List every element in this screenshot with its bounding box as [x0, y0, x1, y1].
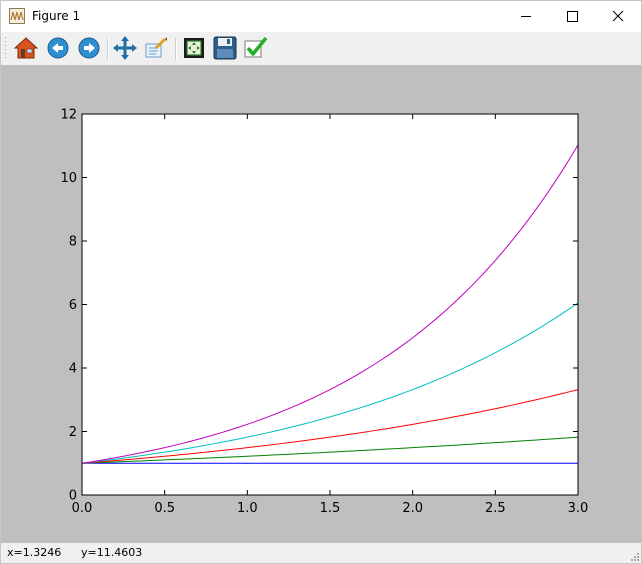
maximize-button[interactable] [549, 1, 595, 32]
cursor-y-readout: y=11.4603 [81, 546, 143, 559]
x-tick-label: 1.0 [237, 501, 258, 516]
y-tick-label: 2 [69, 425, 77, 440]
zoom-button[interactable] [144, 36, 168, 60]
y-tick-label: 10 [60, 171, 77, 186]
minimize-icon [521, 16, 531, 17]
subplots-button[interactable] [182, 36, 206, 60]
y-tick-label: 8 [69, 235, 77, 250]
status-bar: x=1.3246 y=11.4603 [1, 543, 641, 563]
cursor-x-readout: x=1.3246 [7, 546, 62, 559]
x-tick-label: 2.0 [402, 501, 423, 516]
window-title: Figure 1 [32, 9, 81, 23]
home-icon [13, 37, 39, 59]
home-button[interactable] [13, 36, 39, 60]
y-tick-label: 4 [69, 362, 77, 377]
figure-window: Figure 1 0.0 0.5 1.0 1.5 2.0 2.5 3.0 0 2… [0, 0, 642, 564]
save-button[interactable] [213, 36, 237, 60]
back-button[interactable] [46, 36, 70, 60]
resize-grip-icon[interactable] [630, 552, 640, 562]
close-button[interactable] [595, 1, 641, 32]
pan-button[interactable] [113, 36, 137, 60]
toolbar-separator [107, 38, 109, 60]
save-icon [213, 36, 237, 60]
forward-icon [78, 37, 100, 59]
pan-icon [113, 36, 137, 60]
x-tick-label: 1.5 [320, 501, 341, 516]
navigation-toolbar [1, 32, 641, 65]
y-tick-label: 6 [69, 298, 77, 313]
title-bar[interactable]: Figure 1 [1, 1, 641, 32]
check-button[interactable] [244, 36, 268, 60]
forward-button[interactable] [77, 36, 101, 60]
x-tick-label: 2.5 [485, 501, 506, 516]
close-icon [612, 10, 624, 22]
figure-canvas[interactable]: 0.0 0.5 1.0 1.5 2.0 2.5 3.0 0 2 4 6 8 10 12 [1, 65, 641, 543]
axes-background [82, 114, 578, 495]
back-icon [47, 37, 69, 59]
toolbar-separator [175, 38, 177, 60]
line-chart: 0.0 0.5 1.0 1.5 2.0 2.5 3.0024681012 [60, 108, 589, 517]
minimize-button[interactable] [503, 1, 549, 32]
y-tick-label: 12 [60, 108, 77, 123]
subplots-icon [184, 38, 204, 58]
check-icon [244, 36, 268, 58]
maximize-icon [567, 11, 578, 22]
toolbar-grip[interactable] [4, 36, 7, 60]
x-tick-label: 0.5 [154, 501, 175, 516]
x-tick-label: 3.0 [568, 501, 589, 516]
figure-app-icon [9, 8, 25, 24]
zoom-icon [145, 37, 167, 58]
y-tick-label: 0 [69, 489, 77, 504]
